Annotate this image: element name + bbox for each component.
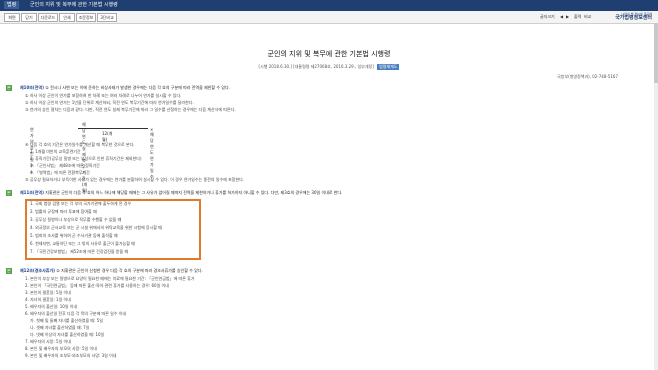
law-tag: 법령 [4,1,20,9]
window-title: 군인의 지위 및 복무에 관한 기본법 시행령 [30,2,118,8]
law-system-badge[interactable]: 법령체계도 [377,64,400,70]
vertical-scrollbar[interactable] [654,23,658,370]
prev-icon[interactable]: ◀ [560,14,563,19]
article-line: 8. 본인 및 배우자의 부모의 사망: 5일 이내 [25,346,97,351]
article-info-button[interactable]: 조문정보 [76,13,96,22]
window-titlebar: 법령 군인의 지위 및 복무에 관한 기본법 시행령 [0,0,658,11]
article-heading[interactable]: 제12조(경조사휴가) [20,268,55,273]
article-line: 4. 자녀의 결혼일: 1일 이내 [25,297,71,302]
article-line: 3. 본인의 결혼일: 5일 이내 [25,290,71,295]
article-line: 9. 본인 및 배우자의 조부모·외조부모의 사망: 3일 이내 [25,353,117,358]
article-line: ⑤ 공무상 필요하거나 부득이한 사유가 있는 경우에는 연가를 분할하여 실시… [25,177,245,182]
list-item[interactable]: 7. 「국민건강보험법」 제52조에 따른 건강검진을 받을 때 [30,249,128,254]
article-line: 5. 배우자의 출산일: 10일 이내 [25,304,78,309]
article-line: ① 하사 이상 군인이 연가를 포함하여 한 차례 또는 여러 차례로 나누어 … [25,93,182,98]
list-item: 2. 법률의 규정에 따라 투표에 참여할 때 [30,209,97,214]
close-button[interactable]: 닫기 [21,13,37,22]
article-line: ④ 다음 각 호의 기간은 연가일수를 계산할 때 복무한 것으로 본다. [25,142,135,147]
agency-contact: 국방부(병영정책과), 02-748-5167 [557,74,618,79]
article-line: 2. 본인이 「국민연금법」 등에 따른 출산·육아 관련 휴가를 사용하는 경… [25,283,169,288]
enforcement-info: [시행 2018.6.30.] [대통령령 제27068호, 2016.3.29… [258,64,374,69]
site-logo[interactable]: 나라의 법 정보를 한곳에 국가법령정보센터 [615,12,652,21]
toolbar: 화면 닫기 다운로드 인쇄 조문정보 3단비교 글자크기 ◀ ▶ 출력 비교 나… [0,11,658,24]
article-line: 4. 「병역법」에 따른 전환복무기간 [30,170,90,175]
article-marker[interactable]: 본 [6,268,12,274]
download-button[interactable]: 다운로드 [38,13,58,22]
article-intro: ① 전시나 사변 또는 이에 준하는 비상사태가 발생한 경우에는 다음 각 호… [45,85,230,90]
three-way-compare-button[interactable]: 3단비교 [97,13,117,22]
document-meta: [시행 2018.6.30.] [대통령령 제27068호, 2016.3.29… [0,64,658,70]
print-button[interactable]: 인쇄 [59,13,75,22]
list-item: 6. 천재지변, 교통차단 또는 그 밖의 사유로 출근이 불가능할 때 [30,241,135,246]
article-line: 6. 배우자의 출산일 전후 다음 각 목의 구분에 따른 일수 이내 [25,311,127,316]
scrollbar-thumb[interactable] [654,23,658,83]
article-intro: 지휘관은 군인이 다음 각 호의 어느 하나에 해당할 때에는 그 사유가 없어… [45,190,343,195]
article-marker[interactable]: 본 [6,190,12,196]
list-item: 4. 외국정부 군사교육 또는 군 시설 위에서의 위탁교육을 위한 시험에 응… [30,225,162,230]
font-size-label[interactable]: 글자크기 [540,14,555,20]
article-line: 나. 셋째 자녀를 출산하였을 때: 7일 [30,325,90,330]
article-12: 제12조(경조사휴가) ① 지휘관은 군인이 신청한 경우 다음 각 호의 구분… [20,268,203,273]
article-line: 가. 첫째 및 둘째 자녀를 출산하였을 때: 5일 [30,318,103,323]
article-line: 3. 「군인사법」 제48조에 따른 정직기간 [30,163,100,168]
article-line: 다. 넷째 이상의 자녀를 출산하였을 때: 10일 [30,332,105,337]
next-icon[interactable]: ▶ [566,14,569,19]
article-heading[interactable]: 제11조(전역) [20,190,44,195]
article-line: ② 하사 이상 군인의 연가는 1년을 단위로 계산하되, 직전 연도 복무기간… [25,100,194,105]
article-line: 7. 배우자의 사망: 5일 이내 [25,339,71,344]
list-item: 5. 범죄의 조사를 위하여 군 수사기관 등에 출석할 때 [30,233,118,238]
list-item: 3. 공무상 질병이나 부상으로 직무를 수행할 수 없을 때 [30,217,122,222]
article-line: ③ 연가의 승인 절차는 다음과 같다. 다만, 직전 연도 실제 복무기간에 … [25,107,236,112]
article-line: 2. 휴직기간(공무상 질병 또는 부상으로 인한 휴직기간은 제외한다) [30,156,142,161]
formula-right: × 해당 연도 연가일수 [150,127,154,179]
article-11: 제11조(전역) 지휘관은 군인이 다음 각 호의 어느 하나에 해당할 때에는… [20,190,342,195]
print-util[interactable]: 출력 [574,14,581,20]
article-line: 1. 1개월 미만의 교육훈련기간 [30,149,81,154]
logo-name: 국가법령정보센터 [615,15,652,21]
list-item: 1. 국회 법령 검열 또는 각 부의 국가기관에 출두하게 된 경우 [30,201,132,206]
document-title: 군인의 지위 및 복무에 관한 기본법 시행령 [267,50,391,58]
screen-button[interactable]: 화면 [4,13,20,22]
article-marker[interactable]: 본 [6,85,12,91]
article-10: 제10조(전역) ① 전시나 사변 또는 이에 준하는 비상사태가 발생한 경우… [20,85,230,90]
compare-util[interactable]: 비교 [584,14,591,20]
fraction-bar [78,128,148,129]
article-intro: ① 지휘관은 군인이 신청한 경우 다음 각 호의 구분에 따라 경조사휴가를 … [56,268,203,273]
article-heading[interactable]: 제10조(전역) [20,85,44,90]
article-line: 1. 본인이 부상 또는 질병으로 요양이 필요한 때에는 치료에 필요한 기간… [25,276,195,281]
